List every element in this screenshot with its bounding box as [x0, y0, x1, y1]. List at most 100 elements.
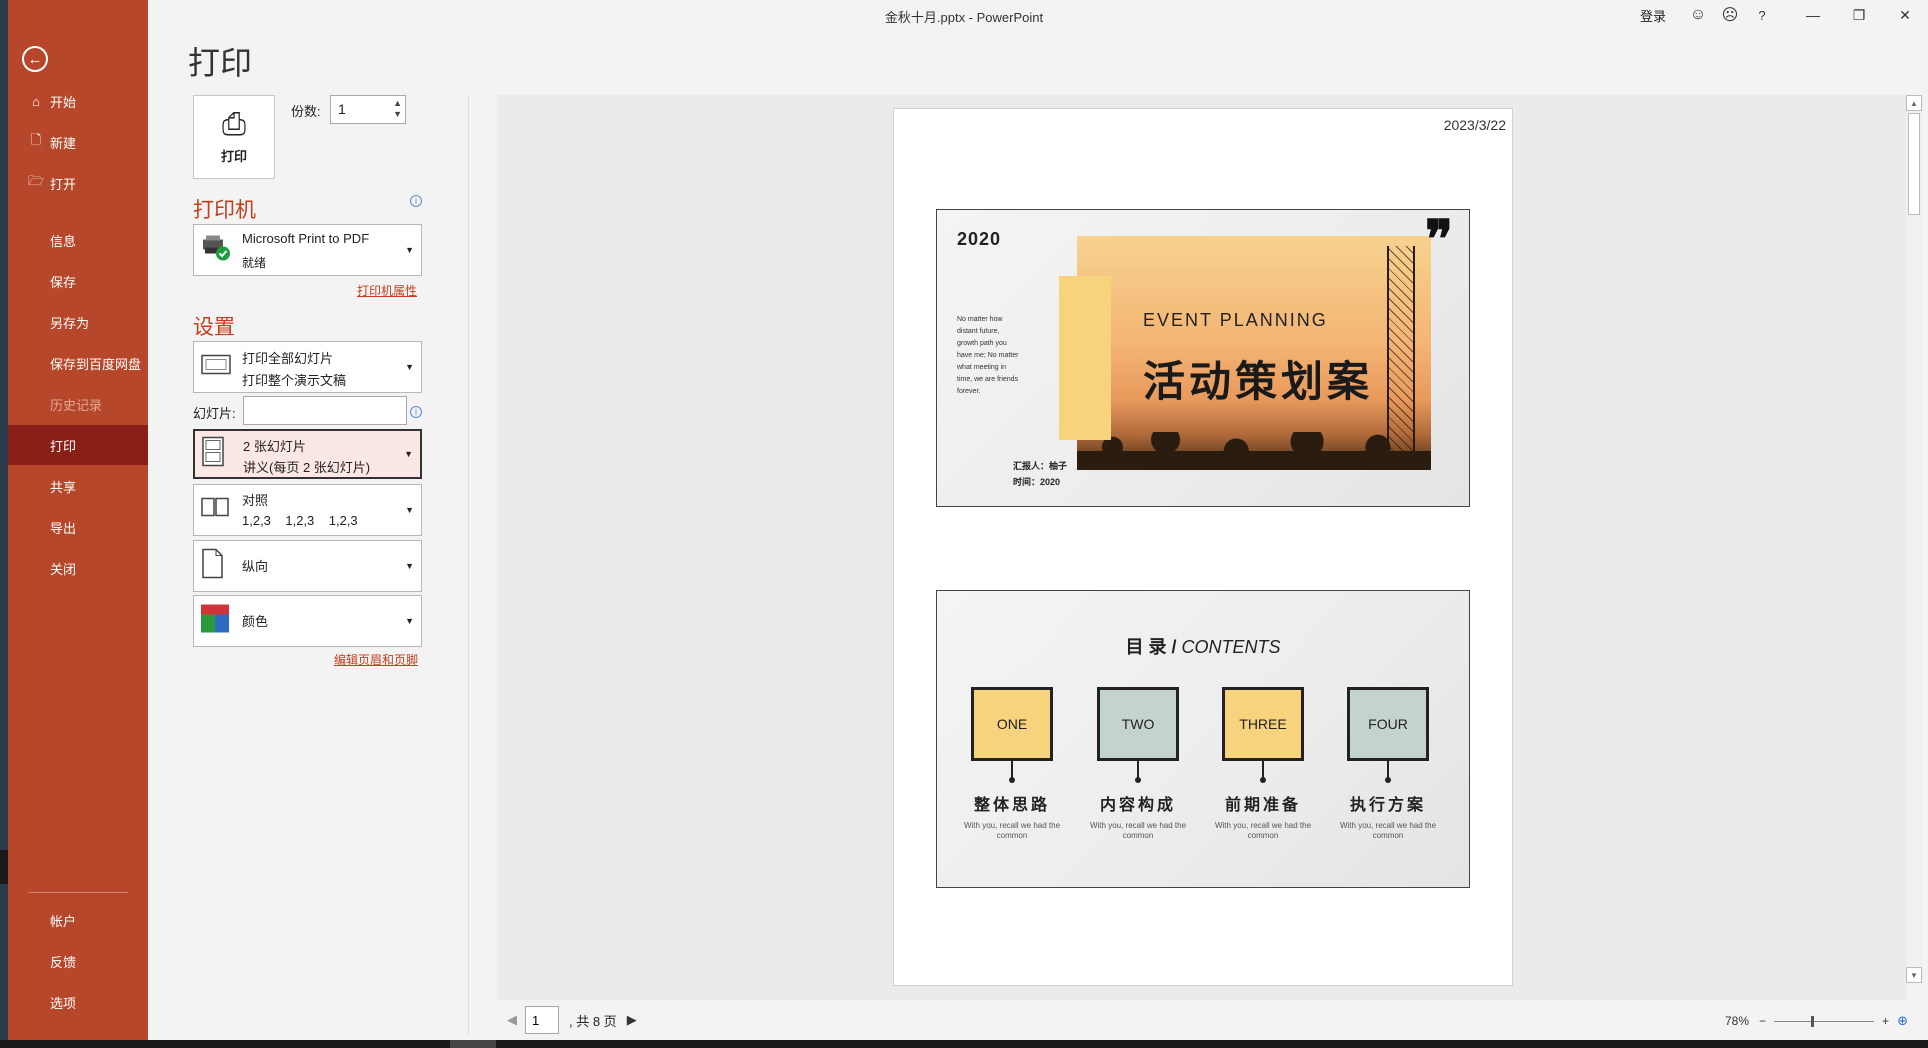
- desktop-edge-mark: [0, 850, 8, 884]
- slide-year: 2020: [957, 229, 1002, 249]
- contents-box: THREE: [1222, 687, 1304, 761]
- preview-scrollbar[interactable]: ▲ ▼: [1906, 95, 1922, 983]
- smile-feedback-icon[interactable]: ☺: [1682, 6, 1714, 24]
- printer-properties-link[interactable]: 打印机属性: [357, 282, 417, 299]
- chevron-down-icon: ▼: [405, 362, 414, 372]
- zoom-percent[interactable]: 78%: [1725, 1014, 1749, 1028]
- contents-item-sub: With you, recall we had the common: [1214, 821, 1312, 840]
- zoom-in-icon[interactable]: +: [1882, 1014, 1889, 1028]
- contents-item-title: 前期准备: [1224, 797, 1301, 814]
- printer-dropdown[interactable]: Microsoft Print to PDF 就绪 ▼: [193, 224, 422, 276]
- page-number-input[interactable]: [525, 1006, 559, 1034]
- scroll-thumb[interactable]: [1908, 113, 1920, 215]
- contents-item: FOUR 执行方案 With you, recall we had the co…: [1333, 687, 1443, 841]
- contents-item-sub: With you, recall we had the common: [1089, 821, 1187, 840]
- sidebar-item-label: 关闭: [50, 561, 77, 577]
- minimize-button[interactable]: —: [1790, 7, 1836, 23]
- info-icon[interactable]: i: [410, 406, 422, 418]
- next-page-icon[interactable]: ▶: [623, 1012, 641, 1028]
- slides-input[interactable]: [243, 396, 407, 425]
- preview-page: 2023/3/22 2020 ❞ EVENT PLANNING 活动策划案 No…: [893, 108, 1513, 986]
- zoom-control: 78% − + ⊕: [1725, 1012, 1908, 1030]
- fit-to-window-icon[interactable]: ⊕: [1897, 1013, 1908, 1029]
- sidebar-item-close[interactable]: 关闭: [0, 548, 148, 588]
- sidebar-item-export[interactable]: 导出: [0, 507, 148, 547]
- info-icon[interactable]: i: [410, 195, 422, 207]
- contents-item-title: 整体思路: [973, 797, 1050, 814]
- color-swatch-icon: [201, 604, 229, 638]
- connector-dot: [1009, 777, 1015, 783]
- page-navigator: ◀ , 共 8 页 ▶: [503, 1006, 641, 1034]
- previous-page-icon[interactable]: ◀: [503, 1012, 521, 1028]
- copies-label: 份数:: [291, 104, 321, 119]
- page-total: , 共 8 页: [569, 1013, 617, 1029]
- back-button[interactable]: ←: [22, 46, 48, 72]
- sidebar-item-save-as[interactable]: 另存为: [0, 302, 148, 342]
- layout-title: 2 张幻灯片: [243, 439, 306, 454]
- print-range-dropdown[interactable]: 打印全部幻灯片 打印整个演示文稿 ▼: [193, 341, 422, 393]
- restore-button[interactable]: ❐: [1836, 7, 1882, 24]
- zoom-slider[interactable]: [1774, 1015, 1875, 1027]
- orientation-dropdown[interactable]: 纵向 ▼: [193, 540, 422, 592]
- connector-dot: [1135, 777, 1141, 783]
- spin-arrows-icon[interactable]: ▲ ▼: [393, 98, 402, 120]
- sidebar-item-save-baidu[interactable]: 保存到百度网盘: [0, 343, 148, 383]
- contents-item-sub: With you, recall we had the common: [1339, 821, 1437, 840]
- sidebar-item-new[interactable]: 🗋 新建: [0, 122, 148, 162]
- print-button[interactable]: ⎙ 打印: [193, 95, 275, 179]
- preview-slide-1: 2020 ❞ EVENT PLANNING 活动策划案 No matter ho…: [936, 209, 1470, 507]
- sidebar-item-label: 信息: [50, 233, 77, 249]
- title-bar: 金秋十月.pptx - PowerPoint 登录 ☺ ☹ ? — ❐ ✕: [148, 0, 1928, 30]
- sidebar-item-label: 保存到百度网盘: [50, 356, 142, 372]
- close-button[interactable]: ✕: [1882, 7, 1928, 24]
- sidebar-item-feedback[interactable]: 反馈: [0, 941, 148, 981]
- sidebar-item-label: 开始: [50, 94, 77, 110]
- slide-main-title: 活动策划案: [1143, 357, 1374, 406]
- sidebar-item-save[interactable]: 保存: [0, 261, 148, 301]
- title-bar-controls: 登录 ☺ ☹ ? — ❐ ✕: [1640, 0, 1928, 30]
- color-value: 颜色: [242, 614, 269, 629]
- frown-feedback-icon[interactable]: ☹: [1714, 5, 1746, 25]
- scroll-up-icon[interactable]: ▲: [1906, 95, 1922, 111]
- taskbar-active-item[interactable]: [450, 1040, 496, 1048]
- contents-box: FOUR: [1347, 687, 1429, 761]
- edit-header-footer-link[interactable]: 编辑页眉和页脚: [334, 651, 418, 668]
- sidebar-item-account[interactable]: 帐户: [0, 900, 148, 940]
- sidebar-item-info[interactable]: 信息: [0, 220, 148, 260]
- print-range-subtitle: 打印整个演示文稿: [242, 373, 347, 388]
- printer-icon: ⎙: [222, 107, 246, 141]
- time-line: 时间：2020: [1013, 477, 1061, 487]
- portrait-page-icon: [201, 548, 223, 584]
- event-title: EVENT PLANNING: [1143, 310, 1328, 330]
- sidebar-item-print[interactable]: 打印: [8, 425, 148, 465]
- sidebar-item-label: 打开: [50, 176, 77, 192]
- sidebar-item-open[interactable]: 🗁 打开: [0, 163, 148, 203]
- contents-box-label: FOUR: [1368, 716, 1408, 732]
- sidebar-item-home[interactable]: ⌂ 开始: [0, 81, 148, 121]
- collate-dropdown[interactable]: 对照 1,2,3 1,2,3 1,2,3 ▼: [193, 484, 422, 536]
- zoom-slider-knob[interactable]: [1811, 1015, 1815, 1027]
- sidebar-item-label: 共享: [50, 479, 77, 495]
- sidebar-item-label: 新建: [50, 135, 77, 151]
- sidebar-item-label: 导出: [50, 520, 77, 536]
- contents-box-label: TWO: [1121, 716, 1155, 732]
- sign-in-link[interactable]: 登录: [1640, 6, 1666, 25]
- sidebar-item-history: 历史记录: [0, 384, 148, 424]
- zoom-out-icon[interactable]: −: [1759, 1014, 1766, 1028]
- new-document-icon: 🗋: [30, 132, 42, 147]
- color-dropdown[interactable]: 颜色 ▼: [193, 595, 422, 647]
- copies-stepper[interactable]: 1 ▲ ▼: [330, 95, 406, 124]
- help-icon[interactable]: ?: [1746, 8, 1778, 23]
- page-title: 打印: [188, 45, 253, 81]
- orientation-value: 纵向: [242, 559, 269, 574]
- sidebar-divider: [28, 892, 128, 893]
- sidebar-item-options[interactable]: 选项: [0, 982, 148, 1022]
- sidebar-item-label: 历史记录: [50, 397, 103, 413]
- sidebar-item-share[interactable]: 共享: [0, 466, 148, 506]
- layout-dropdown[interactable]: 2 张幻灯片 讲义(每页 2 张幻灯片) ▼: [193, 429, 422, 479]
- contents-box: TWO: [1097, 687, 1179, 761]
- collate-title: 对照: [242, 493, 269, 508]
- scroll-down-icon[interactable]: ▼: [1906, 967, 1922, 983]
- contents-item: THREE 前期准备 With you, recall we had the c…: [1208, 687, 1318, 841]
- contents-title: 目 录 / CONTENTS: [937, 633, 1469, 659]
